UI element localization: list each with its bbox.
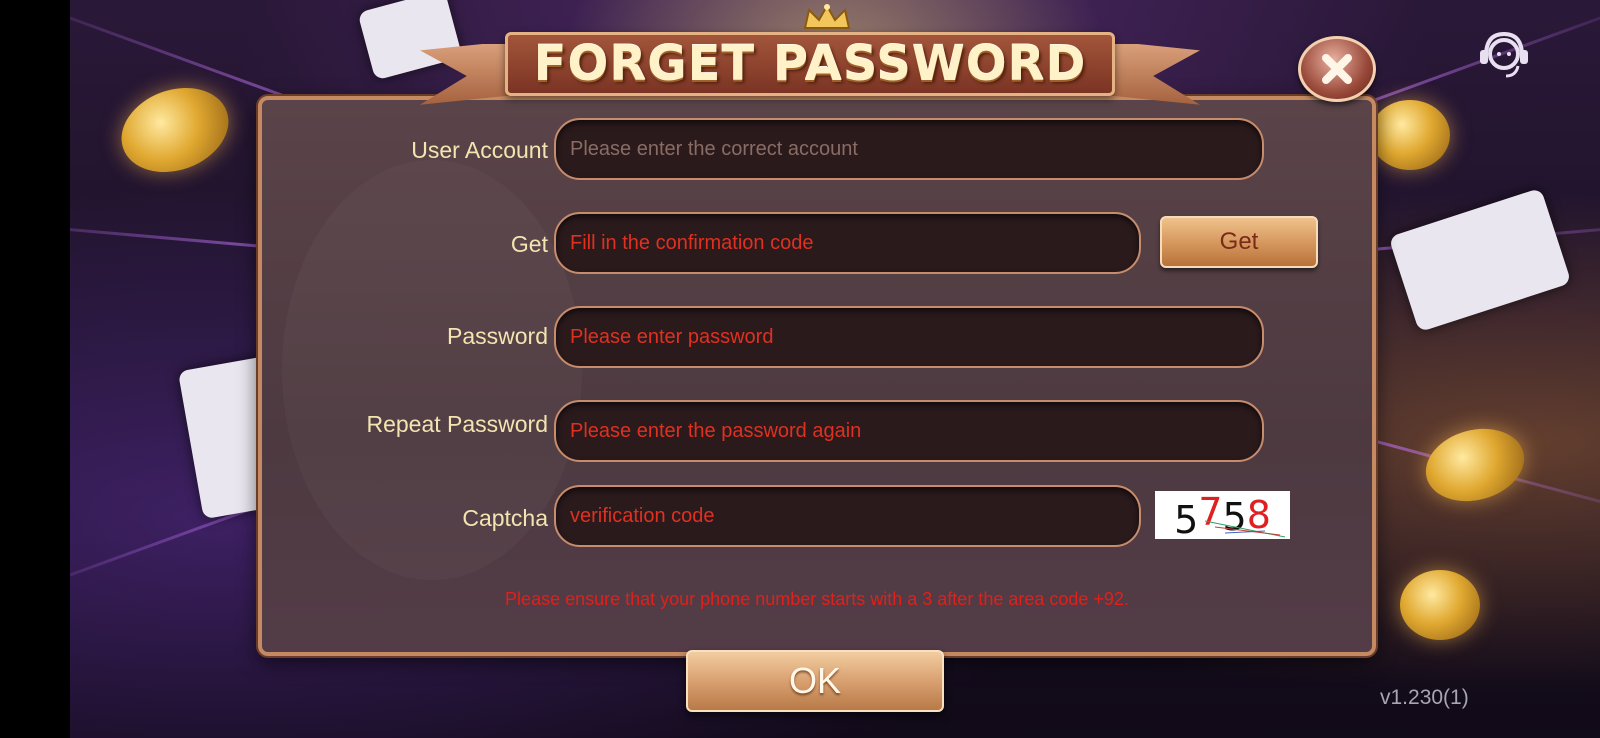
phone-notice: Please ensure that your phone number sta…	[505, 589, 1129, 609]
forget-password-dialog	[258, 96, 1376, 656]
confirmation-code-field-wrapper	[554, 212, 1141, 274]
confirmation-code-input[interactable]	[570, 231, 1139, 255]
customer-service-icon[interactable]	[1472, 30, 1536, 82]
password-input[interactable]	[570, 325, 1262, 349]
repeat-password-label: Repeat Password	[366, 411, 548, 437]
ok-button[interactable]: OK	[686, 650, 944, 712]
repeat-password-input[interactable]	[570, 419, 1262, 443]
version-label: v1.230(1)	[1380, 686, 1469, 709]
letterbox-left	[0, 0, 70, 738]
user-account-label: User Account	[411, 137, 548, 163]
captcha-noise	[1204, 520, 1286, 538]
get-code-button[interactable]: Get	[1160, 216, 1318, 268]
close-button[interactable]	[1298, 36, 1376, 102]
confirmation-code-label: Get	[510, 231, 548, 257]
password-label: Password	[447, 323, 548, 349]
captcha-image[interactable]: 5 7 5 8	[1155, 491, 1290, 539]
captcha-field-wrapper	[554, 485, 1141, 547]
captcha-input[interactable]	[570, 504, 1139, 528]
password-field-wrapper	[554, 306, 1264, 368]
crown-icon	[803, 4, 851, 29]
dialog-title: FORGET PASSWORD	[533, 36, 1087, 92]
title-plate: FORGET PASSWORD	[505, 32, 1115, 96]
repeat-password-field-wrapper	[554, 400, 1264, 462]
user-account-field-wrapper	[554, 118, 1264, 180]
captcha-label: Captcha	[462, 505, 548, 531]
user-account-input[interactable]	[570, 137, 1262, 161]
close-icon	[1322, 54, 1352, 84]
